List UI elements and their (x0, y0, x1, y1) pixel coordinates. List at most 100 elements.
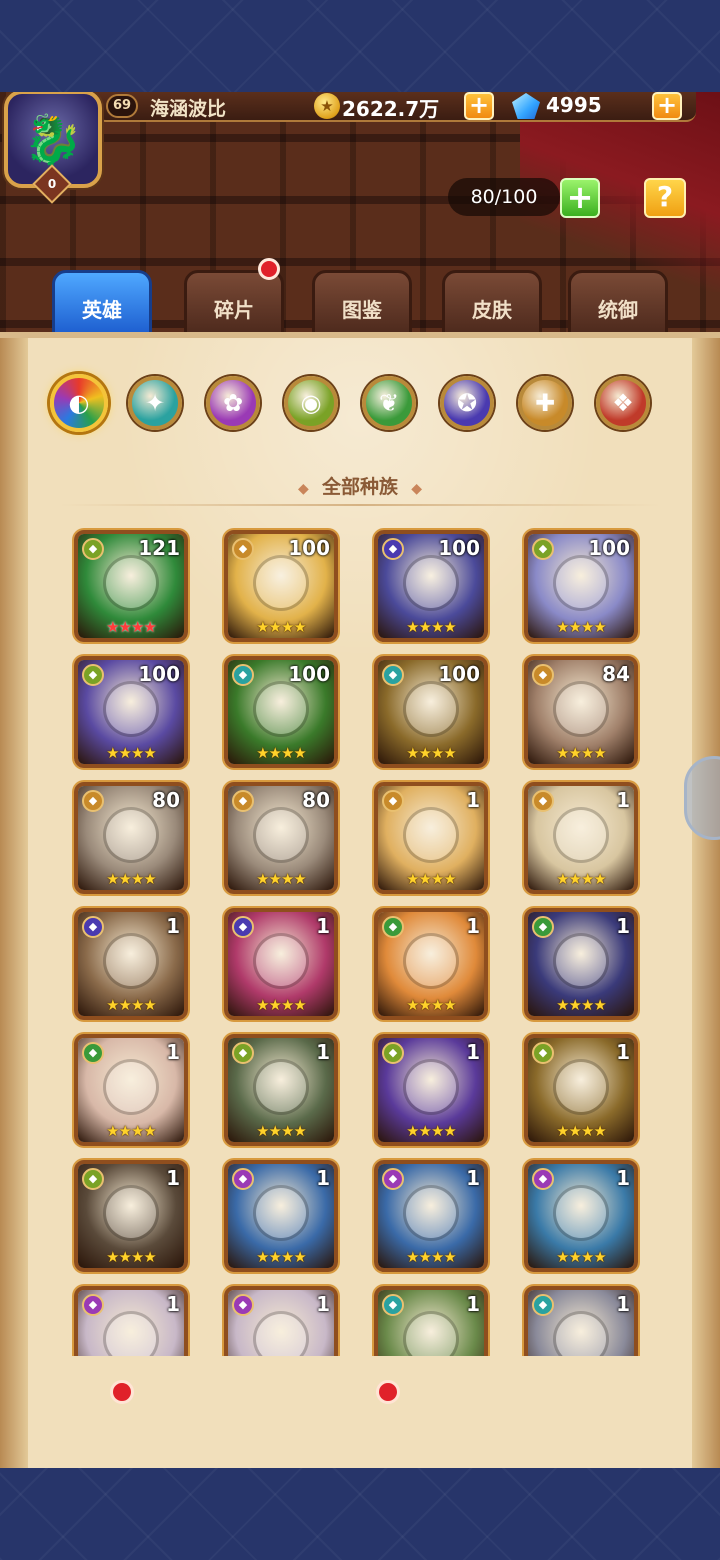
hero-face (106, 1188, 156, 1238)
hero-level: 1 (616, 914, 630, 938)
faction-icon: ◆ (382, 664, 404, 686)
hero-card[interactable]: ◆ 1 ★★★★ (524, 1034, 638, 1146)
filter-faction-shadow[interactable]: ✪ (440, 376, 494, 430)
hero-card[interactable]: ◆ 100 ★★★★ (224, 656, 338, 768)
tab-codex[interactable]: 图鉴 (312, 270, 412, 336)
add-gems-button[interactable]: + (652, 92, 682, 120)
add-gold-button[interactable]: + (464, 92, 494, 120)
tab-skins[interactable]: 皮肤 (442, 270, 542, 336)
faction-icon: ◆ (82, 664, 104, 686)
hero-level: 1 (616, 1292, 630, 1316)
hero-face (106, 1314, 156, 1356)
hero-face (556, 1314, 606, 1356)
faction-icon: ◆ (382, 538, 404, 560)
hero-card[interactable]: ◆1★★★★ (524, 1286, 638, 1356)
help-button[interactable]: ? (644, 178, 686, 218)
backpack-icon[interactable]: 🎒 (451, 1462, 541, 1468)
hero-card[interactable]: ◆1★★★★ (524, 908, 638, 1020)
faction-shadow-icon: ✪ (456, 389, 478, 417)
faction-grove-icon: ❦ (378, 389, 400, 417)
hero-level: 100 (438, 536, 480, 560)
hero-card[interactable]: ◆1★★★★ (524, 1160, 638, 1272)
faction-icon: ◆ (382, 916, 404, 938)
faction-icon: ◆ (82, 538, 104, 560)
star-rating: ★★★★ (256, 1122, 307, 1140)
hero-card[interactable]: ◆1★★★★ (74, 1034, 188, 1146)
hero-level: 80 (152, 788, 180, 812)
hero-card[interactable]: ◆1★★★★ (374, 908, 488, 1020)
faction-icon: ◆ (532, 1294, 554, 1316)
hero-level: 84 (602, 662, 630, 686)
hero-face (256, 558, 306, 608)
hero-face (406, 558, 456, 608)
hero-card[interactable]: ◆ 100 ★★★★ (374, 530, 488, 642)
hero-card[interactable]: ◆1★★★★ (74, 1160, 188, 1272)
tab-heroes[interactable]: 英雄 (52, 270, 152, 336)
filter-faction-grove[interactable]: ❦ (362, 376, 416, 430)
filter-all[interactable]: ◐ (50, 374, 108, 432)
hero-level: 1 (166, 1292, 180, 1316)
hero-card[interactable]: ◆ 100 ★★★★ (74, 656, 188, 768)
all-icon: ◐ (68, 389, 90, 417)
hero-card[interactable]: ◆1★★★★ (374, 1034, 488, 1146)
faction-icon: ◆ (532, 538, 554, 560)
hero-card[interactable]: ◆1★★★★ (374, 782, 488, 894)
hero-card[interactable]: ◆1★★★★ (74, 1286, 188, 1356)
hero-card[interactable]: ◆ 100 ★★★★ (524, 530, 638, 642)
faction-dark-icon: ❖ (612, 389, 634, 417)
faction-icon: ◆ (532, 916, 554, 938)
faction-icon: ◆ (532, 664, 554, 686)
filter-faction-light[interactable]: ✚ (518, 376, 572, 430)
hero-face (256, 684, 306, 734)
filter-faction-dark[interactable]: ❖ (596, 376, 650, 430)
hero-card[interactable]: ◆1★★★★ (224, 908, 338, 1020)
hero-card[interactable]: ◆1★★★★ (224, 1286, 338, 1356)
faction-icon: ◆ (382, 790, 404, 812)
gold-coin-icon: ★ (314, 93, 340, 119)
portal-icon[interactable]: 🌀 (309, 1462, 399, 1468)
hero-card[interactable]: ◆1★★★★ (524, 782, 638, 894)
hero-face (556, 1062, 606, 1112)
hero-level: 100 (138, 662, 180, 686)
hero-level: 100 (288, 536, 330, 560)
star-rating: ★★★★ (556, 618, 607, 636)
tab-command[interactable]: 统御 (568, 270, 668, 336)
hero-level: 80 (302, 788, 330, 812)
star-rating: ★★★★ (106, 1122, 157, 1140)
castle-icon[interactable]: 🏰 (47, 1462, 137, 1468)
hero-face (256, 1062, 306, 1112)
star-rating: ★★★★ (106, 996, 157, 1014)
hero-card[interactable]: ◆1★★★★ (224, 1034, 338, 1146)
hero-card[interactable]: ◆1★★★★ (374, 1160, 488, 1272)
hero-card[interactable]: ◆1★★★★ (374, 1286, 488, 1356)
faction-icon: ◆ (532, 1168, 554, 1190)
faction-icon: ◆ (232, 790, 254, 812)
hero-card[interactable]: ◆ 100 ★★★★ (374, 656, 488, 768)
hero-card[interactable]: ◆ 100 ★★★★ (224, 530, 338, 642)
hero-card[interactable]: ◆1★★★★ (224, 1160, 338, 1272)
hero-portrait-icon[interactable]: 🧝 (179, 1462, 269, 1468)
faction-nature-icon: ✦ (144, 389, 166, 417)
hero-face (256, 810, 306, 860)
star-rating: ★★★★ (406, 1248, 457, 1266)
hero-card[interactable]: ◆ 80 ★★★★ (224, 782, 338, 894)
hero-card[interactable]: ◆ 80 ★★★★ (74, 782, 188, 894)
guild-tower-icon[interactable]: 🗼 (587, 1462, 677, 1468)
expand-capacity-button[interactable]: + (560, 178, 600, 218)
faction-icon: ◆ (532, 1042, 554, 1064)
filter-faction-forest[interactable]: ◉ (284, 376, 338, 430)
filter-faction-nature[interactable]: ✦ (128, 376, 182, 430)
hero-level: 1 (466, 1166, 480, 1190)
hero-card[interactable]: ◆ 121 ★★★★ (74, 530, 188, 642)
filter-faction-abyss[interactable]: ✿ (206, 376, 260, 430)
faction-icon: ◆ (232, 538, 254, 560)
hero-card[interactable]: ◆1★★★★ (74, 908, 188, 1020)
faction-icon: ◆ (232, 1168, 254, 1190)
star-rating: ★★★★ (106, 744, 157, 762)
side-scroll-handle[interactable] (684, 756, 720, 840)
game-screen: 🐉 0 69 海涵波比 ★ 2622.7万 + 4995 + 80/100 + … (0, 92, 720, 1468)
hero-card[interactable]: ◆ 84 ★★★★ (524, 656, 638, 768)
hero-level: 1 (616, 1040, 630, 1064)
faction-icon: ◆ (382, 1294, 404, 1316)
star-rating: ★★★★ (556, 1122, 607, 1140)
